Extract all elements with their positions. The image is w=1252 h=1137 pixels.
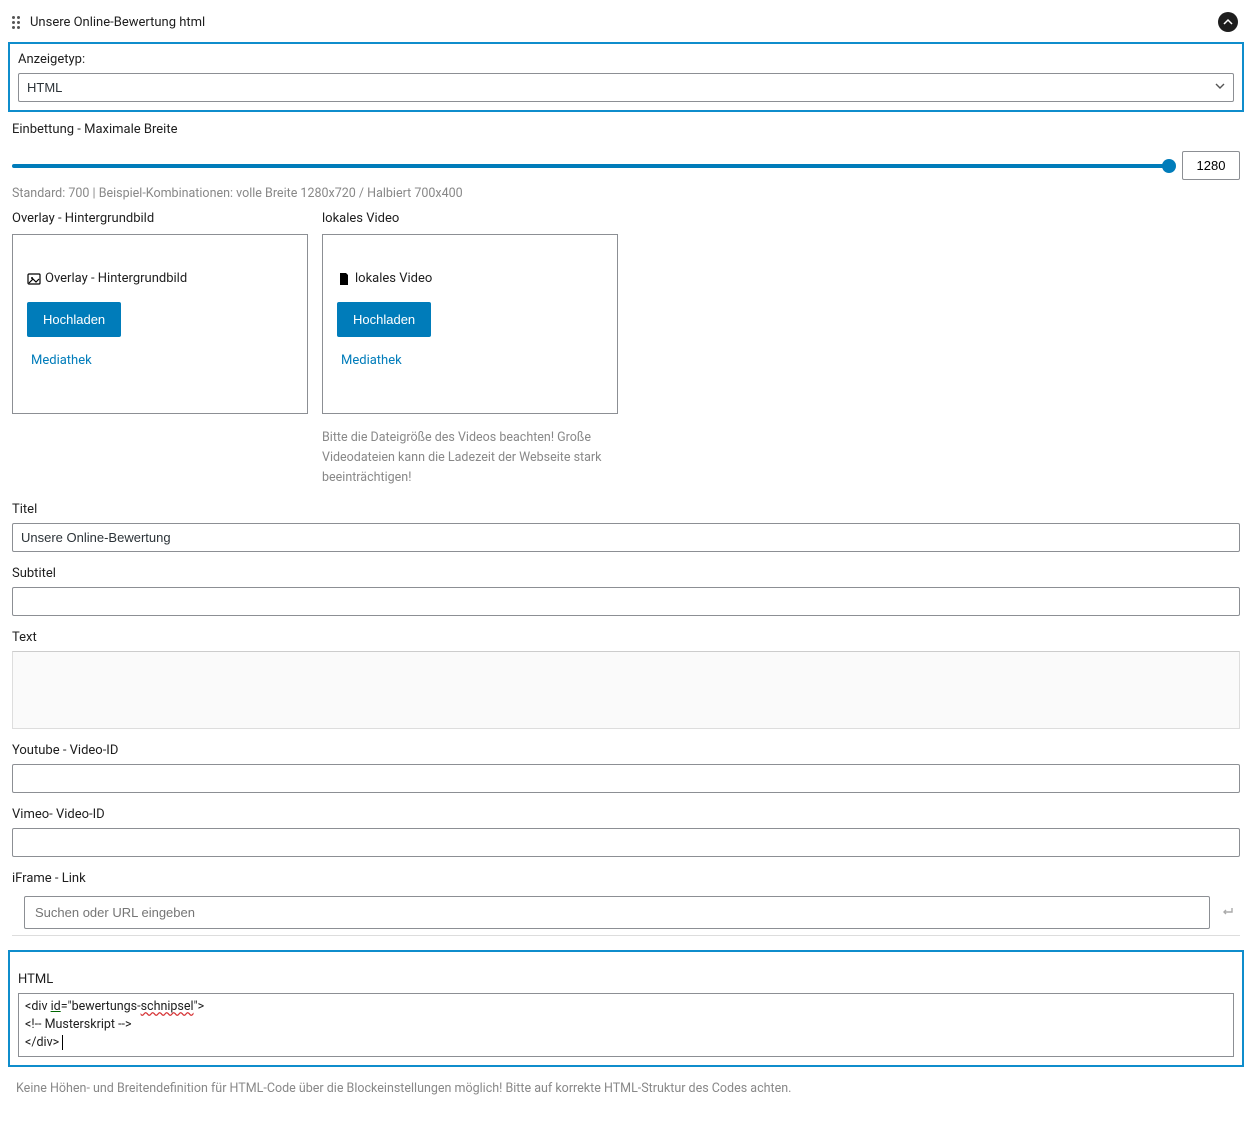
overlay-column: Overlay - Hintergrundbild Overlay - Hint… [12, 211, 308, 488]
video-column: lokales Video lokales Video Hochladen Me… [322, 211, 618, 488]
width-slider[interactable] [12, 158, 1170, 174]
overlay-card-title: Overlay - Hintergrundbild [45, 271, 187, 286]
collapse-button[interactable] [1218, 12, 1238, 32]
html-bottom-note: Keine Höhen- und Breitendefinition für H… [16, 1081, 1240, 1096]
text-label: Text [12, 630, 1240, 645]
return-icon[interactable] [1216, 903, 1240, 923]
video-card-title: lokales Video [355, 271, 432, 286]
width-value-input[interactable] [1182, 151, 1240, 180]
chevron-up-icon [1223, 17, 1233, 27]
html-label: HTML [18, 972, 1234, 987]
youtube-input[interactable] [12, 764, 1240, 793]
vimeo-label: Vimeo- Video-ID [12, 807, 1240, 822]
video-section-label: lokales Video [322, 211, 618, 226]
subtitel-input[interactable] [12, 587, 1240, 616]
text-cursor [59, 1035, 63, 1050]
panel-header: Unsere Online-Bewertung html [8, 8, 1244, 42]
video-upload-button[interactable]: Hochladen [337, 302, 431, 337]
youtube-label: Youtube - Video-ID [12, 743, 1240, 758]
image-icon [27, 272, 41, 286]
iframe-label: iFrame - Link [12, 871, 1240, 886]
html-highlight: HTML <div id="bewertungs-schnipsel"> <!-… [8, 950, 1244, 1067]
anzeigetyp-label: Anzeigetyp: [18, 52, 1234, 67]
file-icon [337, 272, 351, 286]
drag-handle-icon[interactable] [12, 16, 20, 29]
anzeigetyp-highlight: Anzeigetyp: HTML [8, 42, 1244, 112]
vimeo-input[interactable] [12, 828, 1240, 857]
anzeigetyp-select[interactable]: HTML [18, 73, 1234, 102]
einbettung-section: Einbettung - Maximale Breite Standard: 7… [8, 122, 1244, 201]
slider-thumb[interactable] [1162, 159, 1176, 173]
overlay-section-label: Overlay - Hintergrundbild [12, 211, 308, 226]
overlay-media-link[interactable]: Mediathek [27, 353, 92, 368]
einbettung-label: Einbettung - Maximale Breite [12, 122, 1240, 137]
titel-input[interactable] [12, 523, 1240, 552]
text-editor[interactable] [12, 651, 1240, 729]
video-upload-card: lokales Video Hochladen Mediathek [322, 234, 618, 414]
overlay-upload-button[interactable]: Hochladen [27, 302, 121, 337]
einbettung-help: Standard: 700 | Beispiel-Kombinationen: … [12, 186, 1240, 201]
iframe-url-input[interactable] [24, 896, 1210, 929]
titel-label: Titel [12, 502, 1240, 517]
subtitel-label: Subtitel [12, 566, 1240, 581]
video-size-note: Bitte die Dateigröße des Videos beachten… [322, 428, 618, 488]
overlay-upload-card: Overlay - Hintergrundbild Hochladen Medi… [12, 234, 308, 414]
html-code-textarea[interactable]: <div id="bewertungs-schnipsel"> <!-- Mus… [18, 993, 1234, 1057]
video-media-link[interactable]: Mediathek [337, 353, 402, 368]
panel-title: Unsere Online-Bewertung html [30, 15, 205, 30]
